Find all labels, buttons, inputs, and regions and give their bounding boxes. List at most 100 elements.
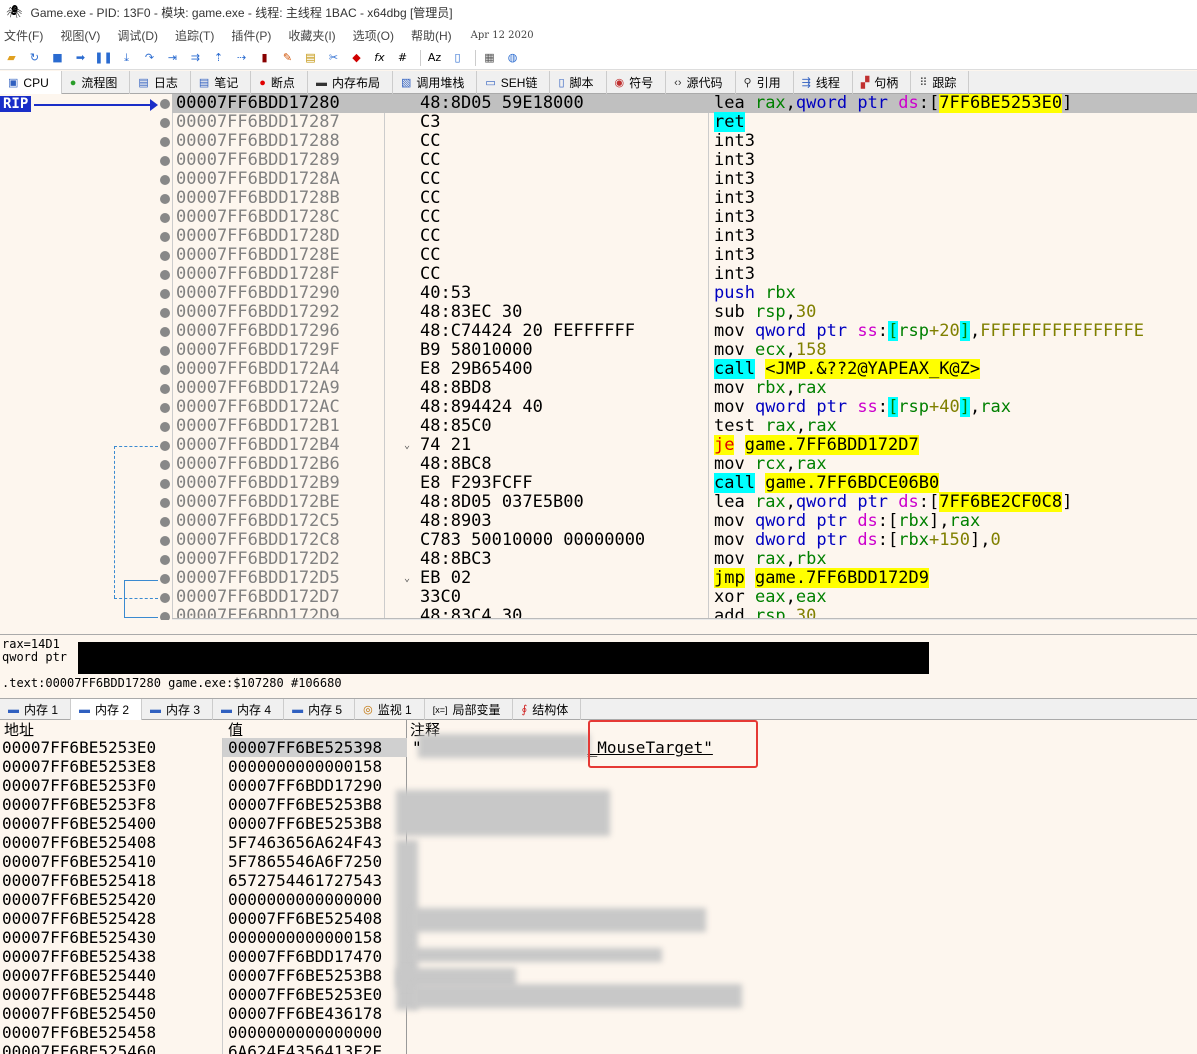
disasm-row[interactable]: 00007FF6BDD172B1 48:85C0 test rax,rax <box>172 417 1197 436</box>
breakpoint-dot[interactable] <box>160 232 170 242</box>
dump-value[interactable]: 00007FF6BE525398 <box>223 738 407 757</box>
stop-icon[interactable]: ■ <box>48 48 67 67</box>
dump-address[interactable]: 00007FF6BE5253F0 <box>0 776 222 795</box>
breakpoint-dot[interactable] <box>160 99 170 109</box>
breakpoint-dot[interactable] <box>160 517 170 527</box>
bookmark-icon[interactable]: ◆ <box>347 48 366 67</box>
dump-value[interactable]: 5F7865546A6F7250 <box>223 852 407 871</box>
dump-value[interactable]: 00007FF6BE5253B8 <box>223 795 407 814</box>
tab-dump-5[interactable]: ▬ 内存 5 <box>284 699 356 720</box>
breakpoint-dot[interactable] <box>160 289 170 299</box>
horizontal-scrollbar[interactable] <box>172 618 1197 620</box>
dump-value[interactable]: 0000000000000158 <box>223 928 407 947</box>
tab-script[interactable]: ▯ 脚本 <box>550 71 607 94</box>
globe-icon[interactable]: ◍ <box>503 48 522 67</box>
disasm-row[interactable]: 00007FF6BDD1728C CC int3 <box>172 208 1197 227</box>
breakpoint-dot[interactable] <box>160 612 170 620</box>
patch-icon[interactable]: ✎ <box>278 48 297 67</box>
breakpoint-dot[interactable] <box>160 194 170 204</box>
trace-icon[interactable]: ▮ <box>255 48 274 67</box>
tab-call-stack[interactable]: ▧ 调用堆栈 <box>393 71 478 94</box>
disasm-row[interactable]: 00007FF6BDD17289 CC int3 <box>172 151 1197 170</box>
breakpoint-dot[interactable] <box>160 308 170 318</box>
dump-value[interactable]: 00007FF6BE5253B8 <box>223 966 407 985</box>
dump-address[interactable]: 00007FF6BE5253F8 <box>0 795 222 814</box>
tab-dump-2[interactable]: ▬ 内存 2 <box>71 699 143 720</box>
disasm-row[interactable]: 00007FF6BDD1728A CC int3 <box>172 170 1197 189</box>
menu-plugins[interactable]: 插件(P) <box>231 27 271 44</box>
breakpoint-dot[interactable] <box>160 555 170 565</box>
tab-locals[interactable]: [x=] 局部变量 <box>425 699 514 720</box>
menu-debug[interactable]: 调试(D) <box>117 27 158 44</box>
breakpoint-dot[interactable] <box>160 574 170 584</box>
comment-icon[interactable]: ▤ <box>301 48 320 67</box>
disasm-row[interactable]: 00007FF6BDD17287 C3 ret <box>172 112 1197 132</box>
tab-graph[interactable]: ● 流程图 <box>62 71 131 94</box>
disasm-row[interactable]: 00007FF6BDD172AC 48:894424 40 mov qword p… <box>172 397 1197 417</box>
dump-address[interactable]: 00007FF6BE5253E8 <box>0 757 222 776</box>
animate-icon[interactable]: ⇢ <box>232 48 251 67</box>
disasm-row[interactable]: 00007FF6BDD17296 48:C74424 20 FEFFFFFF mo… <box>172 321 1197 341</box>
tab-memory-map[interactable]: ▬ 内存布局 <box>308 71 393 94</box>
tab-references[interactable]: ⚲ 引用 <box>736 71 794 94</box>
label-icon[interactable]: ✂ <box>324 48 343 67</box>
dump-address[interactable]: 00007FF6BE525408 <box>0 833 222 852</box>
calculator-icon[interactable]: ▦ <box>480 48 499 67</box>
dump-value[interactable]: 00007FF6BE5253B8 <box>223 814 407 833</box>
dump-value[interactable]: 6A624F4356413F2E <box>223 1042 407 1054</box>
breakpoint-dot[interactable] <box>160 460 170 470</box>
disasm-row[interactable]: 00007FF6BDD172D7 33C0 xor eax,eax <box>172 588 1197 607</box>
breakpoint-dot[interactable] <box>160 213 170 223</box>
step-into-icon[interactable]: ⤓ <box>117 48 136 67</box>
restart-icon[interactable]: ↻ <box>25 48 44 67</box>
dump-address[interactable]: 00007FF6BE525410 <box>0 852 222 871</box>
tab-handles[interactable]: ▞ 句柄 <box>853 71 912 94</box>
menu-trace[interactable]: 追踪(T) <box>175 27 214 44</box>
menu-view[interactable]: 视图(V) <box>60 27 100 44</box>
dump-address[interactable]: 00007FF6BE525450 <box>0 1004 222 1023</box>
run-icon[interactable]: ➡ <box>71 48 90 67</box>
dump-address[interactable]: 00007FF6BE525440 <box>0 966 222 985</box>
dump-value[interactable]: 00007FF6BE436178 <box>223 1004 407 1023</box>
disasm-row[interactable]: 00007FF6BDD172B6 48:8BC8 mov rcx,rax <box>172 455 1197 474</box>
dump-address[interactable]: 00007FF6BE525428 <box>0 909 222 928</box>
execute-till-return-icon[interactable]: ⇥ <box>163 48 182 67</box>
dump-address[interactable]: 00007FF6BE525448 <box>0 985 222 1004</box>
disasm-row[interactable]: 00007FF6BDD1728B CC int3 <box>172 189 1197 208</box>
menu-favourites[interactable]: 收藏夹(I) <box>288 27 335 44</box>
dump-value[interactable]: 0000000000000000 <box>223 1023 407 1042</box>
breakpoint-dot[interactable] <box>160 365 170 375</box>
branch-chevron-icon[interactable]: ⌄ <box>404 436 410 455</box>
breakpoint-dot[interactable] <box>160 441 170 451</box>
disasm-row[interactable]: 00007FF6BDD172B9 E8 F293FCFF call game.7F… <box>172 473 1197 493</box>
header-address[interactable]: 地址 <box>4 720 34 740</box>
breakpoint-dot[interactable] <box>160 479 170 489</box>
function-icon[interactable]: fx <box>370 48 389 67</box>
disasm-row[interactable]: 00007FF6BDD1729F B9 58010000 mov ecx,158 <box>172 341 1197 360</box>
disasm-row[interactable]: 00007FF6BDD172D5 ⌄ EB 02 jmp game.7FF6BD… <box>172 568 1197 588</box>
disasm-row[interactable]: 00007FF6BDD17290 40:53 push rbx <box>172 284 1197 303</box>
dump-address[interactable]: 00007FF6BE525430 <box>0 928 222 947</box>
tab-trace[interactable]: ⠿ 跟踪 <box>911 71 970 94</box>
breakpoint-dot[interactable] <box>160 403 170 413</box>
disasm-row[interactable]: 00007FF6BDD172D2 48:8BC3 mov rax,rbx <box>172 550 1197 569</box>
font-icon[interactable]: Aᴢ <box>425 48 444 67</box>
tab-breakpoints[interactable]: ● 断点 <box>251 71 308 94</box>
tab-symbols[interactable]: ◉ 符号 <box>607 71 667 94</box>
open-icon[interactable]: ▰ <box>2 48 21 67</box>
disasm-row[interactable]: 00007FF6BDD172C5 48:8903 mov qword ptr ds… <box>172 512 1197 531</box>
disassembly-view[interactable]: RIP 00007FF6BDD17280 48:8D05 59E18000 le… <box>0 94 1197 620</box>
tab-notes[interactable]: ▤ 笔记 <box>191 71 252 94</box>
tab-struct[interactable]: ∮ 结构体 <box>513 699 582 720</box>
pause-icon[interactable]: ❚❚ <box>94 48 113 67</box>
disasm-row[interactable]: 00007FF6BDD17280 48:8D05 59E18000 lea ra… <box>172 94 1197 113</box>
menu-file[interactable]: 文件(F) <box>4 27 43 44</box>
dump-value[interactable]: 00007FF6BE5253E0 <box>223 985 407 1004</box>
header-value[interactable]: 值 <box>228 720 243 740</box>
dump-value[interactable]: 5F7463656A624F43 <box>223 833 407 852</box>
dump-value[interactable]: 00007FF6BE525408 <box>223 909 407 928</box>
memory-dump-view[interactable]: 地址 值 注释 00007FF6BE5253E0 00007FF6BE5253E… <box>0 720 1197 1054</box>
disasm-row[interactable]: 00007FF6BDD172BE 48:8D05 037E5B00 lea rax… <box>172 492 1197 512</box>
breakpoint-dot[interactable] <box>160 270 170 280</box>
disasm-row[interactable]: 00007FF6BDD172B4 ⌄ 74 21 je game.7FF6BDD… <box>172 435 1197 455</box>
